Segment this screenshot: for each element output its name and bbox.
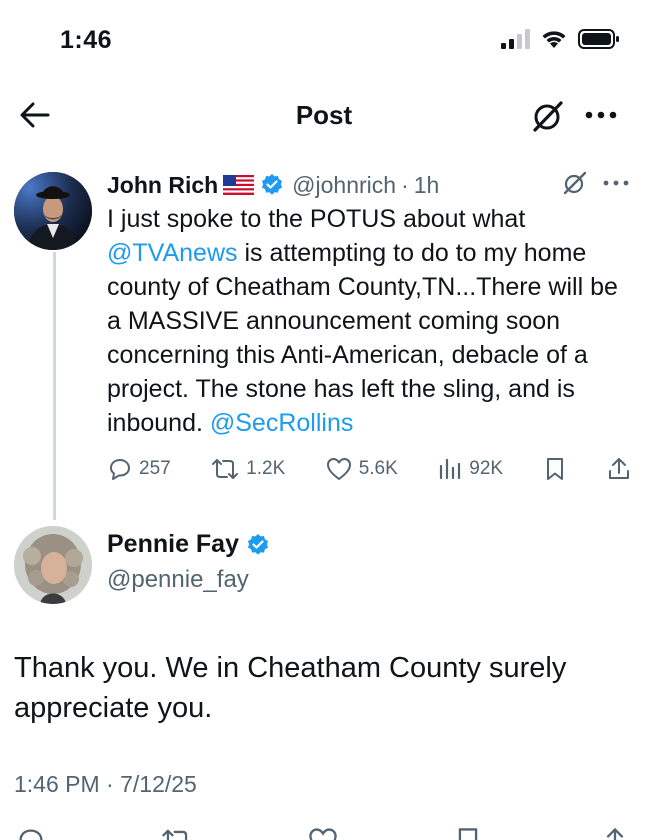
mention-link[interactable]: @SecRollins [210, 409, 353, 437]
avatar-pennie-fay[interactable] [14, 526, 92, 604]
main-author: Pennie Fay [107, 530, 270, 559]
reply-text-part: is attempting to do to my home county of… [107, 239, 618, 437]
mention-link[interactable]: @TVAnews [107, 239, 238, 267]
more-horizontal-icon [585, 111, 617, 119]
main-action-bar [0, 822, 648, 840]
reply-time[interactable]: 1h [414, 172, 440, 199]
reply-handle[interactable]: @johnrich [292, 172, 396, 199]
reply-button[interactable]: 257 [107, 456, 171, 482]
share-icon [608, 458, 629, 479]
like-button[interactable]: 5.6K [325, 456, 398, 482]
reply-action-bar: 257 1.2K 5.6K 92K [107, 452, 632, 486]
status-time: 1:46 [60, 26, 113, 54]
repost-icon [212, 459, 239, 479]
verified-badge-icon [248, 533, 268, 555]
heart-icon[interactable] [307, 826, 339, 840]
bookmark-icon[interactable] [454, 826, 482, 840]
reply-count: 257 [139, 458, 171, 479]
repost-count: 1.2K [246, 458, 286, 479]
reply-icon[interactable] [16, 826, 46, 840]
battery-icon [578, 29, 619, 49]
reply-header-actions [562, 170, 632, 196]
views-icon [440, 458, 461, 480]
wifi-icon [542, 31, 566, 48]
avatar-photo [14, 172, 92, 250]
verified-badge-icon [262, 174, 283, 195]
post-timestamp[interactable]: 1:46 PM · 7/12/25 [14, 771, 197, 798]
views-count: 92K [469, 458, 504, 479]
share-icon[interactable] [600, 826, 630, 840]
status-icons [500, 28, 620, 50]
avatar-john-rich[interactable] [14, 172, 92, 250]
thread-connector-line [53, 252, 56, 520]
reply-header: John Rich @johnrich · 1h [107, 168, 632, 202]
meta-separator: · [401, 171, 409, 198]
like-count: 5.6K [358, 458, 398, 479]
share-button[interactable] [606, 456, 632, 482]
bookmark-button[interactable] [543, 456, 567, 482]
us-flag-icon [223, 175, 255, 195]
grok-icon [533, 101, 563, 132]
grok-icon[interactable] [562, 170, 588, 196]
heart-icon [326, 458, 351, 480]
main-post-text: Thank you. We in Cheatham County surely … [14, 652, 567, 724]
main-author-name[interactable]: Pennie Fay [107, 530, 239, 559]
cellular-signal-icon [501, 29, 530, 49]
avatar-photo [14, 526, 92, 604]
main-author-handle[interactable]: @pennie_fay [107, 566, 249, 594]
status-bar: 1:46 [0, 0, 648, 80]
views-button[interactable]: 92K [437, 456, 503, 482]
repost-button[interactable]: 1.2K [210, 456, 285, 482]
grok-button[interactable] [530, 98, 566, 134]
reply-icon [110, 459, 130, 480]
reply-author-name[interactable]: John Rich [107, 172, 218, 199]
reply-text-part: I just spoke to the POTUS about what [107, 205, 526, 233]
reply-text: I just spoke to the POTUS about what @TV… [107, 202, 637, 440]
repost-icon[interactable] [160, 826, 194, 840]
more-options-button[interactable] [582, 100, 622, 130]
more-horizontal-icon[interactable] [600, 172, 632, 194]
post-header: Post [0, 90, 648, 142]
bookmark-icon [546, 458, 563, 480]
